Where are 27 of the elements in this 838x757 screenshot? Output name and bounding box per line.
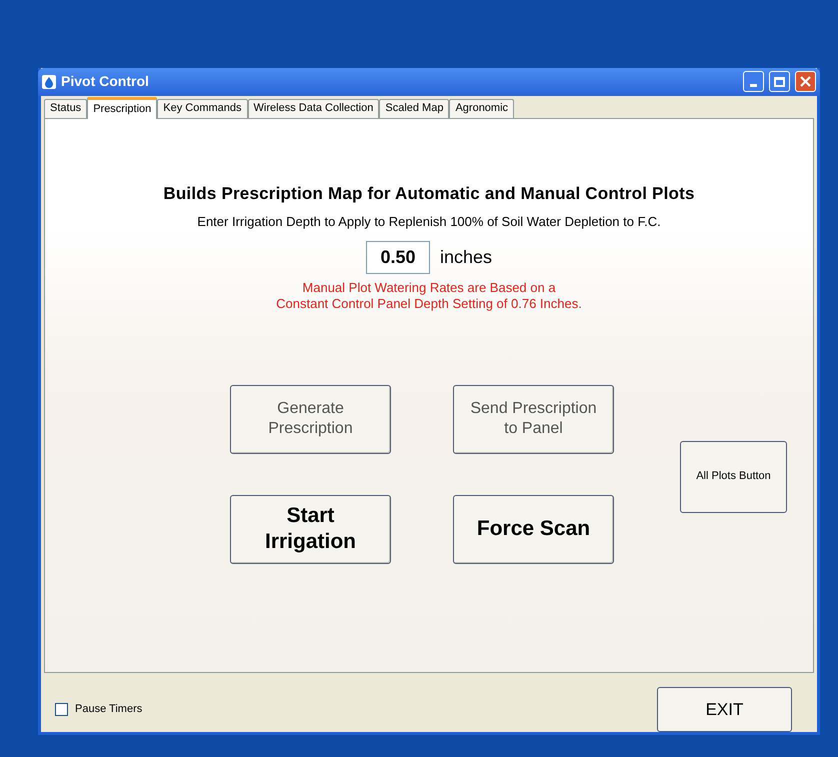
tab[interactable]: Status <box>44 98 88 118</box>
all-plots-button[interactable]: All Plots Button <box>680 440 787 513</box>
close-button[interactable] <box>795 71 816 92</box>
depth-field[interactable]: 0.50 <box>366 240 430 274</box>
command-button[interactable]: Generate Prescription <box>230 384 391 454</box>
maximize-icon <box>774 76 785 87</box>
action-button[interactable]: Start Irrigation <box>230 494 391 564</box>
tab[interactable]: Scaled Map <box>379 98 450 118</box>
exit-button[interactable]: EXIT <box>657 687 792 732</box>
window-title: Pivot Control <box>61 72 150 92</box>
command-button[interactable]: Send Prescription to Panel <box>453 384 614 454</box>
checkbox-label: Pause Timers <box>75 702 142 718</box>
minimize-button[interactable] <box>743 71 764 92</box>
instruction: Enter Irrigation Depth to Apply to Replenish 100% of Soil Water Depletion to F.C. <box>197 213 661 232</box>
close-icon <box>800 76 811 88</box>
tab[interactable]: Prescription <box>87 96 158 119</box>
maximize-button[interactable] <box>769 71 790 92</box>
unit-label: inches <box>440 246 492 269</box>
minimize-icon <box>750 84 757 88</box>
notice: Manual Plot Watering Rates are Based on a Constant Control Panel Depth Setting of 0.76 Inches. <box>276 280 582 312</box>
tab[interactable]: Agronomic <box>449 98 514 118</box>
action-button[interactable]: Force Scan <box>453 494 614 564</box>
tab[interactable]: Wireless Data Collection <box>248 98 380 118</box>
tab[interactable]: Key Commands <box>157 98 248 118</box>
droplet-icon <box>42 74 56 89</box>
checkbox[interactable] <box>55 703 68 716</box>
heading: Builds Prescription Map for Automatic and Manual Control Plots <box>163 182 695 205</box>
